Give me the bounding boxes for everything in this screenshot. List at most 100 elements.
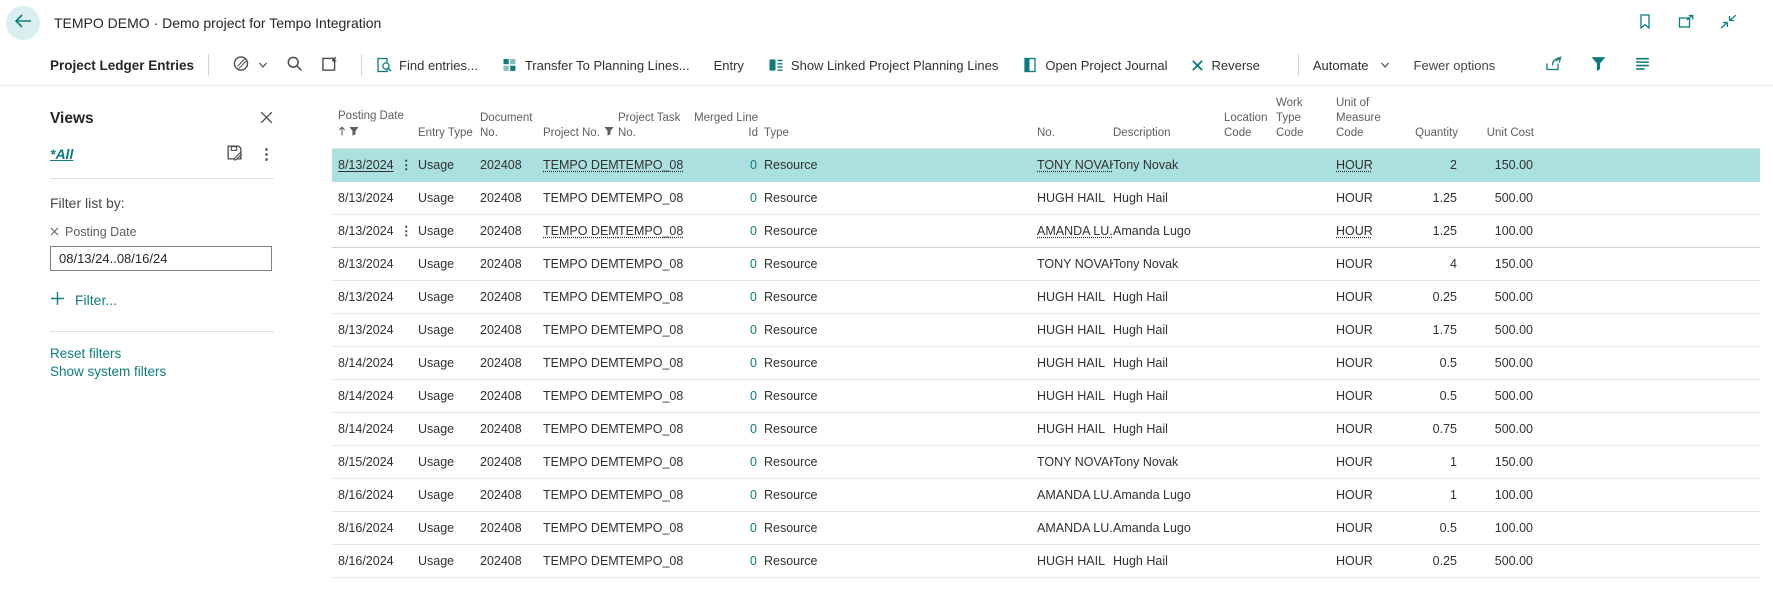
show-system-filters-link[interactable]: Show system filters (50, 364, 274, 379)
project-no-link[interactable]: TEMPO DEMO (543, 290, 618, 304)
posting-date-filter-input[interactable] (50, 246, 272, 271)
ledger-row[interactable]: 8/16/2024Usage202408TEMPO DEMOTEMPO_080R… (332, 478, 1760, 511)
ledger-row[interactable]: 8/14/2024Usage202408TEMPO DEMOTEMPO_080R… (332, 346, 1760, 379)
ledger-row[interactable]: 8/15/2024Usage202408TEMPO DEMOTEMPO_080R… (332, 445, 1760, 478)
ledger-row[interactable]: 8/14/2024Usage202408TEMPO DEMOTEMPO_080R… (332, 379, 1760, 412)
resource-no-link[interactable]: AMANDA LU... (1037, 488, 1113, 502)
open-project-journal-button[interactable]: Open Project Journal (1022, 57, 1167, 73)
project-task-no-link[interactable]: TEMPO_08 (618, 191, 683, 205)
project-no-link[interactable]: TEMPO DEMO (543, 455, 618, 469)
resource-no-link[interactable]: HUGH HAIL (1037, 290, 1105, 304)
uom-link[interactable]: HOUR (1336, 224, 1373, 238)
open-in-new-window-button[interactable] (1678, 14, 1694, 32)
ledger-row[interactable]: 8/13/2024⋮Usage202408TEMPO DEMOTEMPO_080… (332, 148, 1760, 181)
project-task-no-link[interactable]: TEMPO_08 (618, 389, 683, 403)
col-header-unit-cost[interactable]: Unit Cost (1464, 86, 1540, 148)
ledger-row[interactable]: 8/13/2024⋮Usage202408TEMPO DEMOTEMPO_080… (332, 214, 1760, 247)
posting-date-link[interactable]: 8/16/2024 (338, 554, 394, 568)
ledger-row[interactable]: 8/13/2024Usage202408TEMPO DEMOTEMPO_080R… (332, 247, 1760, 280)
ledger-row[interactable]: 8/13/2024Usage202408TEMPO DEMOTEMPO_080R… (332, 181, 1760, 214)
share-button[interactable] (1545, 55, 1563, 75)
entry-button[interactable]: Entry (714, 58, 744, 73)
analyze-button[interactable] (321, 55, 338, 75)
posting-date-link[interactable]: 8/13/2024 (338, 158, 394, 172)
uom-link[interactable]: HOUR (1336, 323, 1373, 337)
col-header-project-no[interactable]: Project No. (543, 86, 618, 148)
collapse-button[interactable] (1720, 14, 1737, 32)
col-header-merged-line-id[interactable]: Merged Line Id (694, 86, 764, 148)
posting-date-link[interactable]: 8/13/2024 (338, 257, 394, 271)
reset-filters-link[interactable]: Reset filters (50, 346, 274, 361)
col-header-type[interactable]: Type (764, 86, 1037, 148)
uom-link[interactable]: HOUR (1336, 191, 1373, 205)
col-header-quantity[interactable]: Quantity (1414, 86, 1464, 148)
project-task-no-link[interactable]: TEMPO_08 (618, 488, 683, 502)
ledger-row[interactable]: 8/14/2024Usage202408TEMPO DEMOTEMPO_080R… (332, 412, 1760, 445)
uom-link[interactable]: HOUR (1336, 554, 1373, 568)
project-task-no-link[interactable]: TEMPO_08 (618, 257, 683, 271)
col-header-no[interactable]: No. (1037, 86, 1113, 148)
uom-link[interactable]: HOUR (1336, 257, 1373, 271)
uom-link[interactable]: HOUR (1336, 488, 1373, 502)
col-header-posting-date[interactable]: Posting Date (332, 86, 400, 148)
project-task-no-link[interactable]: TEMPO_08 (618, 158, 683, 172)
posting-date-link[interactable]: 8/13/2024 (338, 290, 394, 304)
project-task-no-link[interactable]: TEMPO_08 (618, 422, 683, 436)
remove-posting-date-filter-button[interactable] (50, 225, 59, 239)
col-header-location-code[interactable]: Location Code (1224, 86, 1276, 148)
fewer-options-button[interactable]: Fewer options (1414, 58, 1496, 73)
project-no-link[interactable]: TEMPO DEMO (543, 488, 618, 502)
reverse-button[interactable]: Reverse (1191, 58, 1259, 73)
project-no-link[interactable]: TEMPO DEMO (543, 191, 618, 205)
posting-date-link[interactable]: 8/14/2024 (338, 389, 394, 403)
uom-link[interactable]: HOUR (1336, 290, 1373, 304)
ledger-row[interactable]: 8/16/2024Usage202408TEMPO DEMOTEMPO_080R… (332, 511, 1760, 544)
posting-date-link[interactable]: 8/14/2024 (338, 422, 394, 436)
project-no-link[interactable]: TEMPO DEMO (543, 224, 618, 238)
project-task-no-link[interactable]: TEMPO_08 (618, 356, 683, 370)
project-task-no-link[interactable]: TEMPO_08 (618, 290, 683, 304)
posting-date-link[interactable]: 8/14/2024 (338, 356, 394, 370)
find-entries-button[interactable]: Find entries... (376, 57, 478, 73)
resource-no-link[interactable]: HUGH HAIL (1037, 422, 1105, 436)
uom-link[interactable]: HOUR (1336, 158, 1373, 172)
project-no-link[interactable]: TEMPO DEMO (543, 356, 618, 370)
row-menu-icon[interactable]: ⋮ (400, 158, 413, 172)
col-header-description[interactable]: Description (1113, 86, 1224, 148)
filter-button[interactable] (1590, 55, 1607, 75)
uom-link[interactable]: HOUR (1336, 521, 1373, 535)
resource-no-link[interactable]: HUGH HAIL (1037, 554, 1105, 568)
ledger-row[interactable]: 8/13/2024Usage202408TEMPO DEMOTEMPO_080R… (332, 280, 1760, 313)
list-options-button[interactable] (1634, 55, 1651, 75)
resource-no-link[interactable]: TONY NOVAK (1037, 158, 1113, 172)
project-task-no-link[interactable]: TEMPO_08 (618, 455, 683, 469)
resource-no-link[interactable]: HUGH HAIL (1037, 191, 1105, 205)
project-no-link[interactable]: TEMPO DEMO (543, 422, 618, 436)
resource-no-link[interactable]: AMANDA LU... (1037, 224, 1113, 238)
posting-date-link[interactable]: 8/16/2024 (338, 521, 394, 535)
col-header-project-task-no[interactable]: Project Task No. (618, 86, 694, 148)
view-more-menu-button[interactable]: ⋮ (259, 145, 274, 163)
uom-link[interactable]: HOUR (1336, 356, 1373, 370)
project-no-link[interactable]: TEMPO DEMO (543, 521, 618, 535)
col-header-uom-code[interactable]: Unit of Measure Code (1336, 86, 1414, 148)
resource-no-link[interactable]: HUGH HAIL (1037, 389, 1105, 403)
project-no-link[interactable]: TEMPO DEMO (543, 323, 618, 337)
project-task-no-link[interactable]: TEMPO_08 (618, 323, 683, 337)
resource-no-link[interactable]: TONY NOVAK (1037, 455, 1113, 469)
project-task-no-link[interactable]: TEMPO_08 (618, 521, 683, 535)
uom-link[interactable]: HOUR (1336, 455, 1373, 469)
project-task-no-link[interactable]: TEMPO_08 (618, 224, 683, 238)
project-no-link[interactable]: TEMPO DEMO (543, 257, 618, 271)
posting-date-link[interactable]: 8/15/2024 (338, 455, 394, 469)
resource-no-link[interactable]: HUGH HAIL (1037, 323, 1105, 337)
views-menu-button[interactable] (232, 55, 268, 75)
row-menu-icon[interactable]: ⋮ (400, 224, 413, 238)
resource-no-link[interactable]: AMANDA LU... (1037, 521, 1113, 535)
project-no-link[interactable]: TEMPO DEMO (543, 554, 618, 568)
ledger-row[interactable]: 8/16/2024Usage202408TEMPO DEMOTEMPO_080R… (332, 544, 1760, 577)
col-header-document-no[interactable]: Document No. (480, 86, 543, 148)
resource-no-link[interactable]: TONY NOVAK (1037, 257, 1113, 271)
col-header-entry-type[interactable]: Entry Type (418, 86, 480, 148)
uom-link[interactable]: HOUR (1336, 422, 1373, 436)
